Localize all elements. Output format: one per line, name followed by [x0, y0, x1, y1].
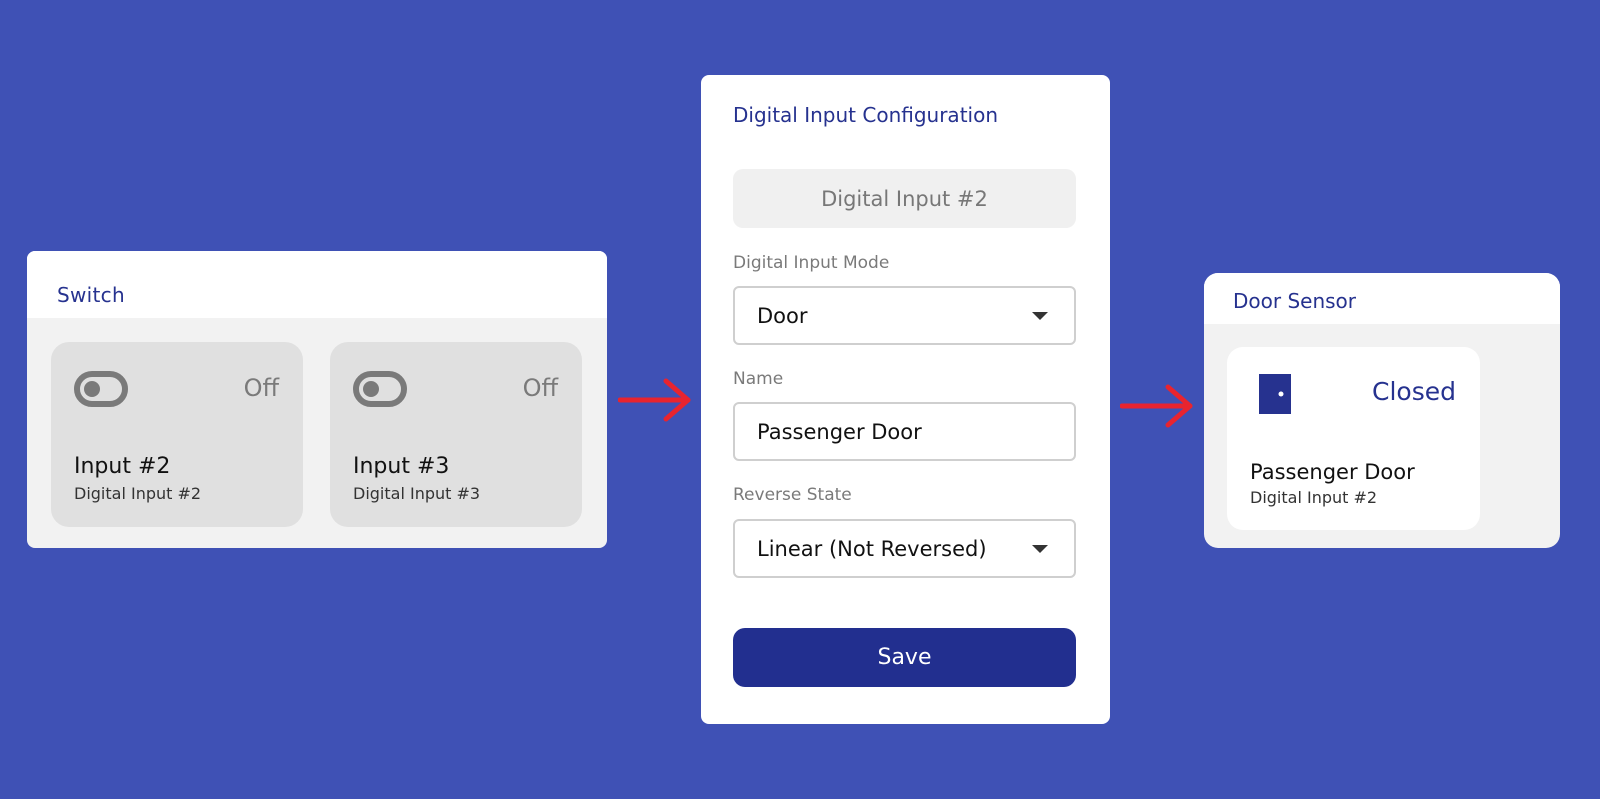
arrow-right-icon [1120, 384, 1193, 428]
mode-value: Door [757, 303, 808, 328]
door-sensor-title: Door Sensor [1204, 273, 1560, 324]
save-button[interactable]: Save [733, 628, 1076, 687]
config-title: Digital Input Configuration [733, 103, 998, 127]
input-chip: Digital Input #2 [733, 169, 1076, 228]
switch-tile-input-2[interactable]: Off Input #2 Digital Input #2 [51, 342, 303, 527]
mode-label: Digital Input Mode [733, 253, 890, 273]
name-value: Passenger Door [757, 419, 922, 444]
switch-state: Off [522, 374, 558, 402]
reverse-select[interactable]: Linear (Not Reversed) [733, 519, 1076, 578]
config-panel: Digital Input Configuration Digital Inpu… [701, 75, 1110, 724]
switch-panel: Switch Off Input #2 Digital Input #2 Off… [27, 251, 607, 548]
door-sensor-tile[interactable]: Closed Passenger Door Digital Input #2 [1227, 347, 1480, 530]
switch-subtitle: Digital Input #3 [353, 484, 481, 503]
switch-tile-input-3[interactable]: Off Input #3 Digital Input #3 [330, 342, 582, 527]
name-input[interactable]: Passenger Door [733, 402, 1076, 461]
reverse-value: Linear (Not Reversed) [757, 536, 987, 561]
switch-subtitle: Digital Input #2 [74, 484, 202, 503]
switch-name: Input #2 [74, 454, 171, 479]
door-icon [1259, 374, 1291, 414]
mode-select[interactable]: Door [733, 286, 1076, 345]
caret-down-icon [1032, 312, 1048, 320]
switch-state: Off [243, 374, 279, 402]
caret-down-icon [1032, 545, 1048, 553]
reverse-label: Reverse State [733, 485, 852, 505]
door-name: Passenger Door [1250, 460, 1415, 484]
stage: Switch Off Input #2 Digital Input #2 Off… [0, 0, 1600, 799]
switch-name: Input #3 [353, 454, 450, 479]
door-sensor-panel: Door Sensor Closed Passenger Door Digita… [1204, 273, 1560, 548]
door-subtitle: Digital Input #2 [1250, 488, 1378, 507]
arrow-right-icon [618, 378, 691, 422]
toggle-off-icon[interactable] [353, 371, 407, 407]
name-label: Name [733, 369, 784, 389]
door-state: Closed [1372, 377, 1456, 406]
switch-panel-title: Switch [27, 251, 607, 318]
toggle-off-icon[interactable] [74, 371, 128, 407]
